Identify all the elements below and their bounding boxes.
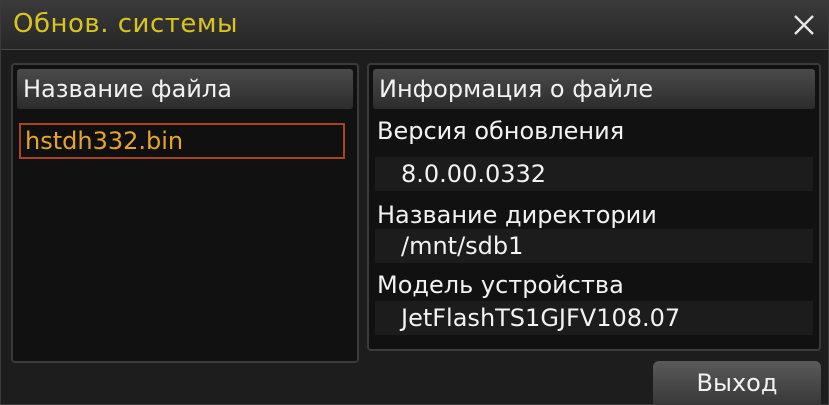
dialog-title: Обнов. системы: [13, 9, 239, 39]
close-icon: [794, 15, 814, 35]
directory-label: Название директории: [377, 201, 657, 229]
title-bar: Обнов. системы: [1, 1, 828, 50]
file-list-header: Название файла: [17, 69, 353, 109]
file-list-item[interactable]: hstdh332.bin: [19, 123, 345, 159]
close-button[interactable]: [784, 5, 824, 45]
exit-button[interactable]: Выход: [653, 361, 821, 405]
version-value: 8.0.00.0332: [375, 157, 813, 191]
file-info-panel: Информация о файле Версия обновления 8.0…: [367, 63, 821, 351]
system-update-dialog: Обнов. системы Название файла hstdh332.b…: [0, 0, 829, 405]
file-list-panel: Название файла hstdh332.bin: [11, 63, 359, 363]
model-label: Модель устройства: [377, 271, 624, 299]
directory-value: /mnt/sdb1: [375, 229, 813, 263]
file-info-header: Информация о файле: [373, 69, 815, 109]
model-value: JetFlashTS1GJFV108.07: [375, 301, 813, 335]
version-label: Версия обновления: [377, 117, 625, 145]
